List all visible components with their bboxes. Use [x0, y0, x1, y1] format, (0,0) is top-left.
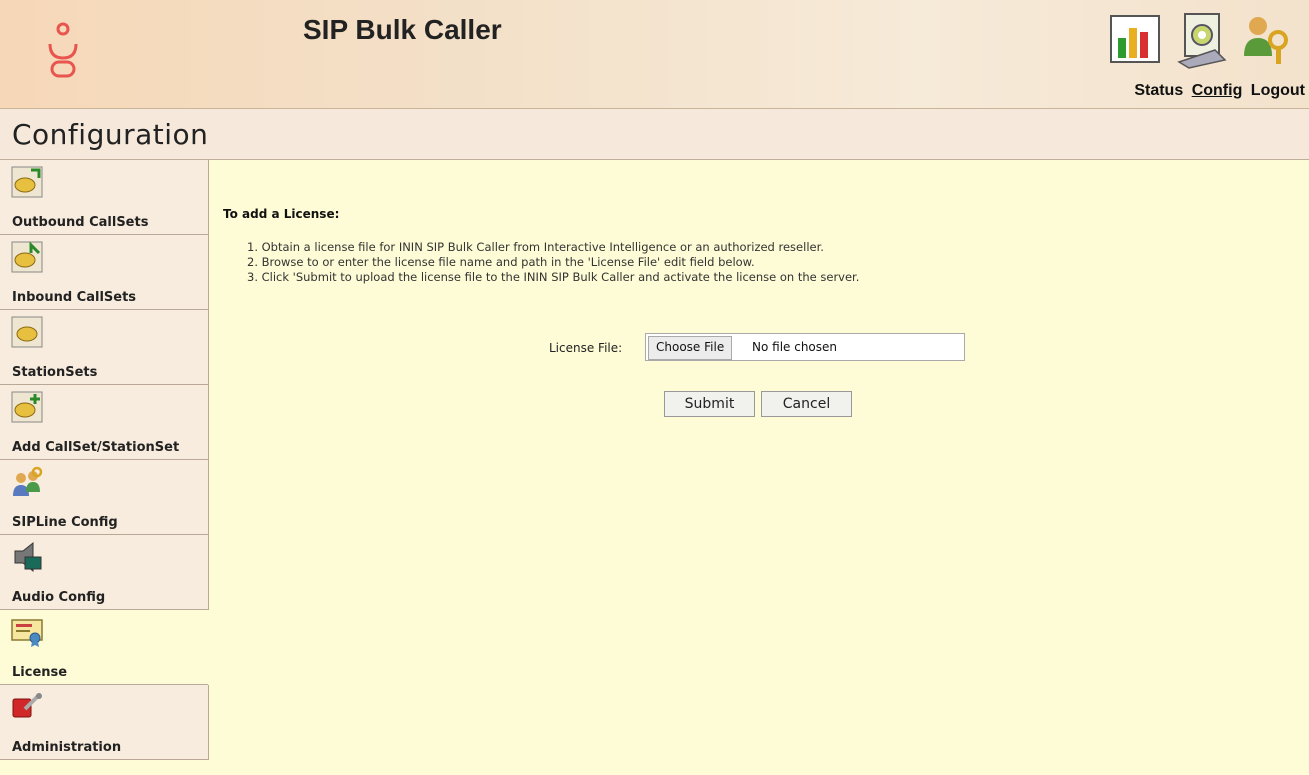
- phone-inbound-icon: [11, 241, 43, 273]
- page-title: Configuration: [12, 118, 209, 151]
- sidebar-item-license[interactable]: License: [0, 610, 208, 685]
- instruction-step: 2. Browse to or enter the license file n…: [247, 255, 755, 269]
- sidebar-item-label: StationSets: [12, 365, 98, 380]
- submit-button[interactable]: Submit: [664, 391, 755, 417]
- main-content: To add a License: 1. Obtain a license fi…: [209, 160, 1309, 775]
- sidebar-item-sipline-config[interactable]: SIPLine Config: [0, 460, 209, 535]
- genesys-logo-icon: [48, 22, 78, 78]
- sidebar-item-audio-config[interactable]: Audio Config: [0, 535, 209, 610]
- speaker-icon: [14, 541, 42, 573]
- license-file-input[interactable]: Choose File No file chosen: [645, 333, 965, 361]
- instruction-step: 3. Click 'Submit to upload the license f…: [247, 270, 860, 284]
- page-title-bar: Configuration: [0, 109, 1309, 160]
- cancel-button[interactable]: Cancel: [761, 391, 852, 417]
- app-title: SIP Bulk Caller: [303, 14, 502, 45]
- sidebar-item-label: SIPLine Config: [12, 515, 118, 530]
- sidebar-item-administration[interactable]: Administration: [0, 685, 209, 760]
- sidebar-item-inbound-callsets[interactable]: Inbound CallSets: [0, 235, 209, 310]
- logout-link[interactable]: Logout: [1251, 82, 1305, 99]
- status-link[interactable]: Status: [1134, 82, 1183, 99]
- tools-icon: [12, 693, 42, 718]
- sidebar-item-add-callset-stationset[interactable]: Add CallSet/StationSet: [0, 385, 209, 460]
- sidebar-item-label: License: [12, 665, 68, 680]
- users-key-icon: [13, 466, 43, 496]
- instruction-step: 1. Obtain a license file for ININ SIP Bu…: [247, 240, 824, 254]
- sidebar: Outbound CallSets Inbound CallSets Stati…: [0, 160, 209, 775]
- sidebar-item-label: Audio Config: [12, 590, 106, 605]
- header-nav: Status Config Logout: [1130, 82, 1305, 100]
- app-header: SIP Bulk Caller Status Config Logout: [0, 0, 1309, 109]
- instructions-list: 1. Obtain a license file for ININ SIP Bu…: [247, 240, 859, 285]
- certificate-icon: [11, 619, 43, 647]
- sidebar-item-label: Administration: [12, 740, 122, 755]
- phone-icon: [11, 316, 43, 348]
- phone-add-icon: [11, 391, 43, 423]
- sidebar-item-label: Outbound CallSets: [12, 215, 149, 230]
- logout-key-icon[interactable]: [1240, 10, 1294, 70]
- choose-file-button[interactable]: Choose File: [648, 336, 733, 360]
- sidebar-item-outbound-callsets[interactable]: Outbound CallSets: [0, 160, 209, 235]
- sidebar-item-stationsets[interactable]: StationSets: [0, 310, 209, 385]
- status-chart-icon[interactable]: [1108, 10, 1162, 70]
- config-gear-icon[interactable]: [1175, 10, 1229, 70]
- license-file-label: License File:: [549, 341, 623, 355]
- sidebar-item-label: Inbound CallSets: [12, 290, 137, 305]
- sidebar-item-label: Add CallSet/StationSet: [12, 440, 180, 455]
- phone-outbound-icon: [11, 166, 43, 198]
- instructions-heading: To add a License:: [223, 207, 340, 221]
- config-link[interactable]: Config: [1192, 82, 1243, 99]
- file-status-text: No file chosen: [752, 340, 838, 354]
